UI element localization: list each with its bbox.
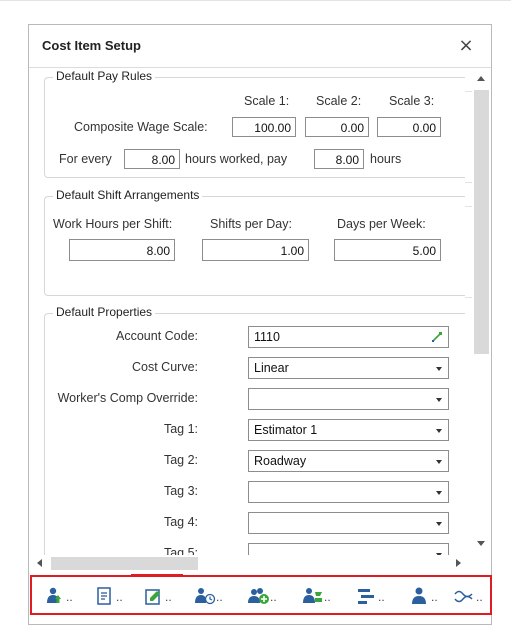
tag1-dropdown[interactable]: Estimator 1: [248, 419, 449, 441]
dialog-content: Default Pay Rules Scale 1: Scale 2: Scal…: [29, 68, 491, 572]
shifts-per-day-input[interactable]: 1.00: [202, 239, 309, 261]
days-per-week-input[interactable]: 5.00: [334, 239, 441, 261]
default-properties-legend: Default Properties: [53, 305, 156, 319]
vertical-scroll-thumb[interactable]: [474, 90, 489, 354]
scroll-right-icon[interactable]: [456, 559, 461, 567]
chevron-down-icon: [436, 398, 442, 402]
dialog-titlebar: Cost Item Setup ×: [29, 25, 491, 68]
toolbar-button-labor[interactable]: ..: [44, 586, 88, 606]
toolbar-button-crew-equipment[interactable]: ..: [302, 586, 346, 606]
for-every-input[interactable]: 8.00: [124, 149, 180, 169]
toolbar-button-crew-clock[interactable]: ..: [194, 586, 238, 606]
workers-comp-dropdown[interactable]: [248, 388, 449, 410]
horizontal-scroll-thumb[interactable]: [51, 557, 198, 570]
cost-curve-label: Cost Curve:: [132, 360, 198, 374]
work-hours-input[interactable]: 8.00: [69, 239, 175, 261]
chevron-down-icon: [436, 522, 442, 526]
vertical-scrollbar[interactable]: [472, 68, 491, 572]
shift-arrangements-legend: Default Shift Arrangements: [53, 188, 203, 202]
scroll-down-icon[interactable]: [477, 541, 485, 546]
tag1-label: Tag 1:: [163, 422, 198, 436]
tag2-label: Tag 2:: [163, 453, 198, 467]
toolbar-overflow: ..: [66, 590, 73, 604]
chevron-down-icon: [436, 367, 442, 371]
scale1-header: Scale 1:: [244, 94, 290, 108]
chevron-down-icon: [436, 491, 442, 495]
composite-wage-label: Composite Wage Scale:: [74, 120, 208, 134]
account-code-field[interactable]: 1110: [248, 326, 449, 348]
tag3-label: Tag 3:: [163, 484, 198, 498]
pay-rules-group: Default Pay Rules Scale 1: Scale 2: Scal…: [44, 69, 465, 178]
toolbar-button-person[interactable]: ..: [409, 586, 453, 606]
for-every-label: For every: [59, 152, 112, 166]
toolbar-button-document[interactable]: ..: [94, 586, 138, 606]
cost-curve-dropdown[interactable]: Linear: [248, 357, 449, 379]
dialog-title: Cost Item Setup: [42, 38, 141, 53]
tag2-value: Roadway: [254, 454, 307, 468]
shift-arrangements-group: Default Shift Arrangements Work Hours pe…: [44, 188, 465, 296]
tag1-value: Estimator 1: [254, 423, 318, 437]
scale1-input[interactable]: 100.00: [232, 117, 296, 137]
toolbar-button-edit[interactable]: ..: [143, 586, 187, 606]
tag3-dropdown[interactable]: [248, 481, 449, 503]
account-code-value: 1110: [254, 330, 280, 344]
days-per-week-label: Days per Week:: [337, 217, 426, 231]
cost-item-setup-dialog: Cost Item Setup × Default Pay Rules Scal…: [28, 24, 492, 625]
toolbar-overflow: ..: [378, 590, 385, 604]
workers-comp-label: Worker's Comp Override:: [57, 391, 198, 405]
toolbar-overflow: ..: [270, 590, 277, 604]
hours-label: hours: [370, 152, 402, 166]
scale2-header: Scale 2:: [316, 94, 362, 108]
toolbar-overflow: ..: [116, 590, 123, 604]
default-properties-group: Default Properties Account Code: 1110 Co…: [44, 305, 465, 572]
pay-hours-input[interactable]: 8.00: [314, 149, 364, 169]
work-hours-label: Work Hours per Shift:: [53, 217, 173, 231]
toolbar-overflow: ..: [431, 590, 438, 604]
picker-icon[interactable]: [431, 331, 443, 346]
toolbar-overflow: ..: [165, 590, 172, 604]
hours-worked-label: hours worked, pay: [185, 152, 288, 166]
window-top-border: [0, 0, 511, 1]
scroll-up-icon[interactable]: [477, 76, 485, 81]
toolbar-overflow: ..: [216, 590, 223, 604]
scroll-left-icon[interactable]: [37, 559, 42, 567]
toolbar-overflow: ..: [476, 590, 483, 604]
bottom-toolbar: .. .. .. .. .. .. .. .. ..: [30, 575, 492, 615]
scale3-header: Scale 3:: [389, 94, 435, 108]
chevron-down-icon: [436, 429, 442, 433]
close-button[interactable]: ×: [454, 34, 478, 58]
toolbar-button-crew-add[interactable]: ..: [248, 586, 292, 606]
pay-rules-legend: Default Pay Rules: [53, 69, 156, 83]
tag2-dropdown[interactable]: Roadway: [248, 450, 449, 472]
tag4-dropdown[interactable]: [248, 512, 449, 534]
scale3-input[interactable]: 0.00: [377, 117, 441, 137]
toolbar-overflow: ..: [324, 590, 331, 604]
chevron-down-icon: [436, 460, 442, 464]
shifts-per-day-label: Shifts per Day:: [210, 217, 292, 231]
toolbar-button-gantt[interactable]: ..: [356, 586, 400, 606]
toolbar-button-curve[interactable]: ..: [454, 586, 490, 606]
scale2-input[interactable]: 0.00: [305, 117, 369, 137]
tag4-label: Tag 4:: [163, 515, 198, 529]
account-code-label: Account Code:: [116, 329, 198, 343]
horizontal-scrollbar[interactable]: [29, 555, 472, 572]
cost-curve-value: Linear: [254, 361, 289, 375]
